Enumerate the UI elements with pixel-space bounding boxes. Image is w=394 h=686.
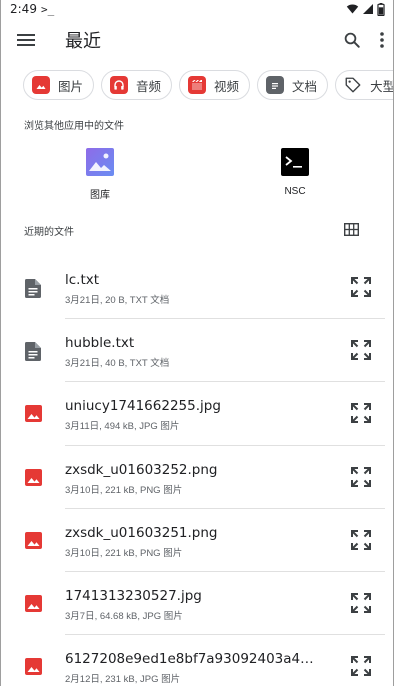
headphones-icon bbox=[110, 76, 129, 94]
chip-label: 文档 bbox=[292, 79, 318, 94]
recent-files-header: 近期的文件 bbox=[1, 220, 393, 240]
file-meta: 3月7日, 64.68 kB, JPG 图片 bbox=[65, 610, 183, 622]
menu-icon[interactable] bbox=[17, 33, 35, 47]
status-time: 2:49 bbox=[10, 2, 37, 16]
file-name: lc.txt bbox=[65, 272, 100, 288]
browse-section-label: 浏览其他应用中的文件 bbox=[24, 121, 124, 132]
image-icon bbox=[32, 76, 50, 94]
file-meta: 3月10日, 221 kB, PNG 图片 bbox=[65, 484, 183, 496]
browse-section: 浏览其他应用中的文件 bbox=[1, 117, 124, 132]
file-name: zxsdk_u01603252.png bbox=[65, 461, 218, 478]
file-meta: 3月10日, 221 kB, PNG 图片 bbox=[65, 547, 183, 559]
file-row[interactable]: zxsdk_u01603251.png 3月10日, 221 kB, PNG 图… bbox=[1, 509, 393, 572]
search-icon[interactable] bbox=[343, 31, 361, 49]
file-name: zxsdk_u01603251.png bbox=[65, 524, 218, 541]
chip-label: 视频 bbox=[214, 79, 240, 94]
expand-preview-icon[interactable] bbox=[351, 656, 371, 677]
image-file-icon bbox=[25, 468, 42, 491]
app-window: 2:49 >_ 最近 图片 音频 视频 文档 大 浏览其他应用中的文件 图库 N… bbox=[0, 0, 394, 686]
expand-preview-icon[interactable] bbox=[351, 403, 371, 424]
chip-label: 图片 bbox=[58, 79, 84, 94]
expand-preview-icon[interactable] bbox=[351, 277, 371, 297]
top-app-bar: 最近 bbox=[1, 18, 393, 62]
file-row[interactable]: 1741313230527.jpg 3月7日, 64.68 kB, JPG 图片 bbox=[1, 572, 393, 636]
file-row[interactable]: zxsdk_u01603252.png 3月10日, 221 kB, PNG 图… bbox=[1, 446, 393, 509]
image-file-icon bbox=[25, 658, 42, 680]
tag-icon bbox=[344, 76, 362, 94]
image-file-icon bbox=[25, 531, 42, 554]
status-bar: 2:49 >_ bbox=[1, 0, 393, 18]
chip-images[interactable]: 图片 bbox=[23, 70, 95, 100]
battery-icon bbox=[377, 2, 385, 16]
more-options-icon[interactable] bbox=[379, 31, 385, 49]
expand-preview-icon[interactable] bbox=[351, 340, 371, 361]
file-row[interactable]: lc.txt 3月21日, 20 B, TXT 文档 bbox=[1, 256, 393, 320]
file-meta: 3月11日, 494 kB, JPG 图片 bbox=[65, 421, 180, 433]
file-meta: 3月21日, 40 B, TXT 文档 bbox=[65, 358, 170, 370]
file-row[interactable]: uniucy1741662255.jpg 3月11日, 494 kB, JPG … bbox=[1, 382, 393, 446]
chip-label: 大型文 bbox=[370, 79, 393, 94]
app-label: 图库 bbox=[90, 190, 110, 201]
signal-icon bbox=[363, 4, 373, 14]
expand-preview-icon[interactable] bbox=[351, 466, 371, 487]
app-gallery[interactable]: 图库 bbox=[69, 148, 131, 201]
category-chips: 图片 音频 视频 文档 大型文 bbox=[1, 62, 393, 108]
file-name: 6127208e9ed1e8bf7a93092403a48a3f… bbox=[65, 651, 321, 668]
file-name: uniucy1741662255.jpg bbox=[65, 398, 221, 415]
file-meta: 2月12日, 231 kB, JPG 图片 bbox=[65, 674, 181, 686]
image-file-icon bbox=[25, 405, 42, 427]
chip-videos[interactable]: 视频 bbox=[179, 70, 251, 100]
page-title: 最近 bbox=[65, 31, 101, 52]
chip-documents[interactable]: 文档 bbox=[257, 70, 329, 100]
file-name: hubble.txt bbox=[65, 335, 135, 352]
wifi-icon bbox=[346, 4, 359, 14]
chip-audio[interactable]: 音频 bbox=[101, 70, 173, 100]
expand-preview-icon[interactable] bbox=[351, 529, 371, 550]
recent-section-label: 近期的文件 bbox=[24, 226, 74, 238]
document-icon bbox=[266, 76, 285, 94]
app-nsc[interactable]: NSC bbox=[264, 148, 326, 197]
file-row[interactable]: hubble.txt 3月21日, 40 B, TXT 文档 bbox=[1, 319, 393, 383]
file-name: 1741313230527.jpg bbox=[65, 587, 202, 604]
recent-files-list: lc.txt 3月21日, 20 B, TXT 文档 hubble.txt 3月… bbox=[1, 256, 393, 686]
app-label: NSC bbox=[284, 186, 306, 197]
grid-view-icon[interactable] bbox=[344, 223, 359, 236]
gallery-app-icon bbox=[86, 148, 114, 176]
movie-icon bbox=[188, 76, 207, 94]
status-icons bbox=[346, 2, 385, 16]
expand-preview-icon[interactable] bbox=[351, 592, 371, 613]
image-file-icon bbox=[25, 594, 42, 617]
file-row[interactable]: 6127208e9ed1e8bf7a93092403a48a3f… 2月12日,… bbox=[1, 635, 393, 686]
terminal-notification-icon: >_ bbox=[40, 2, 55, 16]
terminal-app-icon bbox=[281, 148, 309, 176]
file-meta: 3月21日, 20 B, TXT 文档 bbox=[65, 295, 170, 306]
chip-label: 音频 bbox=[136, 79, 162, 94]
text-file-icon bbox=[25, 342, 41, 366]
text-file-icon bbox=[25, 279, 41, 303]
chip-large-files[interactable]: 大型文 bbox=[335, 70, 393, 100]
